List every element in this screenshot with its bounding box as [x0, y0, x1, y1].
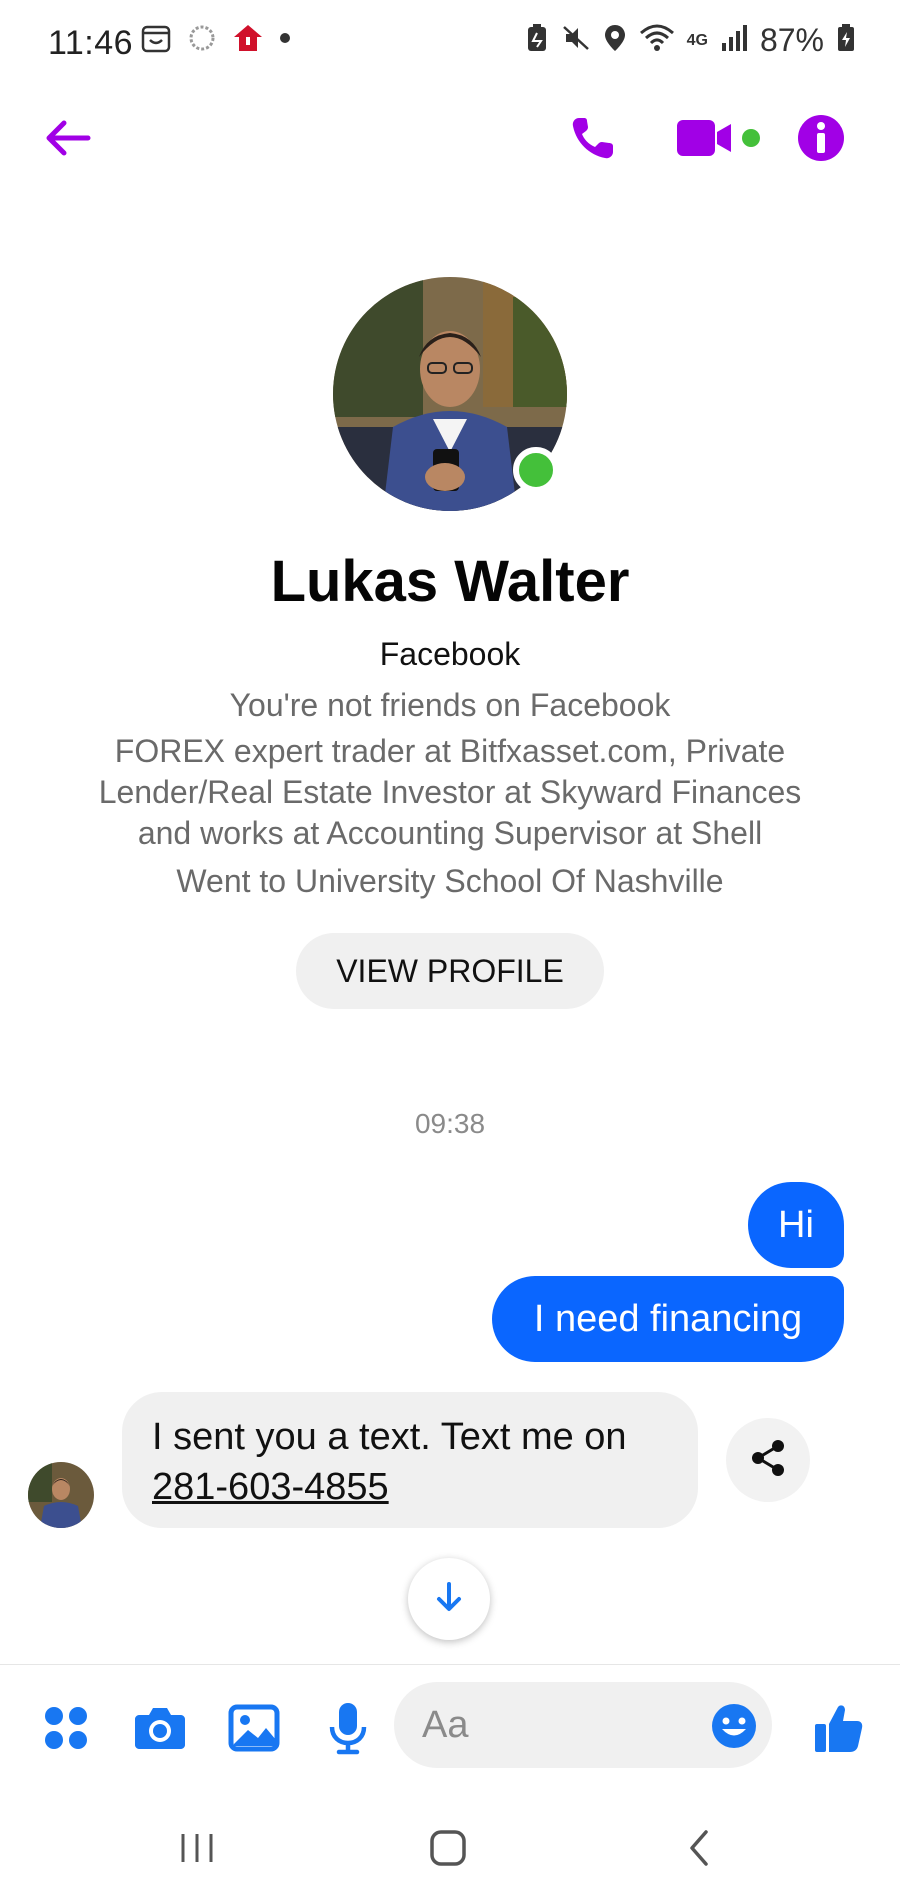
back-arrow-icon — [44, 118, 92, 163]
video-call-icon — [673, 114, 763, 167]
info-button[interactable] — [788, 107, 854, 173]
sync-icon — [186, 22, 218, 59]
friend-status: You're not friends on Facebook — [229, 687, 671, 723]
back-icon — [684, 1828, 714, 1873]
camera-button[interactable] — [130, 1700, 190, 1760]
recent-apps-icon — [177, 1830, 217, 1871]
status-left-icons — [140, 22, 292, 59]
signal-icon — [720, 23, 748, 58]
battery-percent: 87% — [759, 22, 824, 58]
message-bubble-outgoing[interactable]: Hi — [748, 1182, 844, 1268]
battery-icon — [836, 23, 856, 58]
apps-button[interactable] — [36, 1700, 96, 1760]
info-icon — [796, 113, 846, 168]
wifi-icon — [639, 23, 675, 58]
work-line-3: and works at Accounting Supervisor at Sh… — [137, 815, 763, 851]
online-status-dot — [513, 447, 559, 493]
mute-vibrate-icon — [561, 23, 591, 58]
calendar-icon — [140, 22, 172, 59]
work-line-2: Lender/Real Estate Investor at Skyward F… — [98, 774, 802, 810]
contact-name: Lukas Walter — [270, 549, 630, 614]
status-time: 11:46 — [48, 24, 134, 62]
phone-number-link[interactable]: 281-603-4855 — [152, 1462, 668, 1512]
gallery-button[interactable] — [224, 1700, 284, 1760]
incoming-message-text: I sent you a text. Text me on — [152, 1416, 627, 1458]
sender-avatar[interactable] — [28, 1462, 94, 1528]
share-icon — [748, 1438, 788, 1483]
contact-platform: Facebook — [379, 636, 521, 672]
home-button[interactable] — [413, 1820, 483, 1880]
audio-call-button[interactable] — [560, 107, 626, 173]
education-line: Went to University School Of Nashville — [176, 863, 724, 899]
share-button[interactable] — [726, 1418, 810, 1502]
message-timestamp: 09:38 — [414, 1108, 486, 1139]
composer-divider — [0, 1664, 900, 1665]
message-bubble-incoming[interactable]: I sent you a text. Text me on 281-603-48… — [122, 1392, 698, 1528]
video-call-button[interactable] — [670, 107, 766, 173]
phone-call-icon — [569, 114, 617, 167]
status-right-icons: 4G 87% — [525, 22, 856, 59]
gallery-icon — [228, 1704, 280, 1757]
back-button[interactable] — [38, 110, 98, 170]
apps-grid-icon — [41, 1703, 91, 1758]
work-line-1: FOREX expert trader at Bitfxasset.com, P… — [114, 733, 786, 769]
message-bubble-outgoing[interactable]: I need financing — [492, 1276, 844, 1362]
emoji-icon[interactable] — [710, 1702, 758, 1750]
status-bar: 11:46 4G 87% — [0, 0, 900, 90]
home-icon — [428, 1828, 468, 1873]
camera-icon — [133, 1703, 187, 1758]
voice-button[interactable] — [318, 1700, 378, 1760]
dot-icon — [278, 22, 292, 59]
microphone-icon — [328, 1701, 368, 1760]
arrow-down-icon — [432, 1580, 466, 1619]
system-back-button[interactable] — [664, 1820, 734, 1880]
scroll-to-bottom-button[interactable] — [408, 1558, 490, 1640]
message-input-container — [394, 1682, 772, 1768]
battery-saver-icon — [525, 23, 549, 58]
like-button[interactable] — [808, 1700, 868, 1760]
recent-apps-button[interactable] — [162, 1820, 232, 1880]
profile-avatar — [333, 277, 567, 511]
location-icon — [603, 23, 627, 58]
message-input[interactable] — [420, 1702, 684, 1748]
chat-header — [0, 95, 900, 185]
view-profile-button[interactable]: VIEW PROFILE — [296, 933, 604, 1009]
network-type-label: 4G — [686, 31, 708, 49]
system-nav-bar — [0, 1800, 900, 1900]
thumbs-up-icon — [812, 1702, 864, 1759]
home-alert-icon — [232, 22, 264, 59]
